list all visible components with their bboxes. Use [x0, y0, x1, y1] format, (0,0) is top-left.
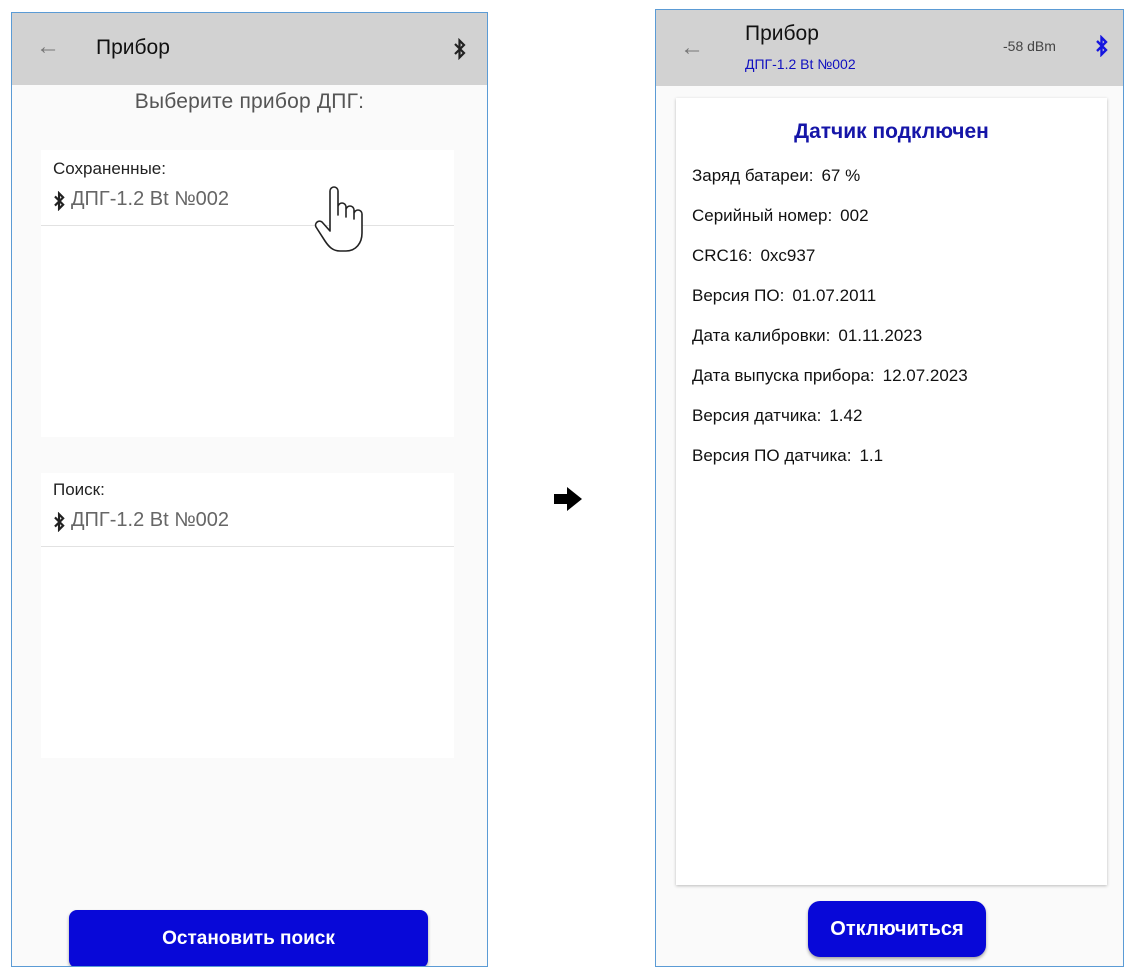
info-row: Серийный номер: 002 — [692, 206, 869, 226]
device-name: ДПГ-1.2 Bt №002 — [71, 188, 230, 210]
arrow-right-icon — [554, 487, 582, 511]
info-label: Версия ПО датчика: — [692, 446, 852, 465]
info-value: 1.42 — [829, 406, 863, 425]
connection-status: Датчик подключен — [794, 120, 989, 143]
saved-device-item[interactable]: ДПГ-1.2 Bt №002 — [41, 178, 454, 226]
search-results-card: Поиск: ДПГ-1.2 Bt №002 — [41, 473, 454, 758]
back-arrow-icon[interactable]: ← — [36, 35, 60, 59]
info-row: Дата выпуска прибора: 12.07.2023 — [692, 366, 968, 386]
info-label: Заряд батареи: — [692, 166, 814, 185]
info-label: Версия ПО: — [692, 286, 785, 305]
info-row: CRC16: 0xc937 — [692, 246, 815, 266]
info-label: Версия датчика: — [692, 406, 822, 425]
app-bar: ← Прибор ДПГ-1.2 Bt №002 -58 dBm — [656, 10, 1123, 86]
info-row: Дата калибровки: 01.11.2023 — [692, 326, 922, 346]
bluetooth-icon — [54, 512, 65, 532]
info-value: 67 % — [821, 166, 861, 185]
back-arrow-icon[interactable]: ← — [680, 36, 704, 60]
device-info-screen: ← Прибор ДПГ-1.2 Bt №002 -58 dBm Датчик … — [655, 9, 1124, 967]
app-title: Прибор — [96, 36, 170, 59]
search-section-label: Поиск: — [53, 480, 105, 499]
info-label: Дата калибровки: — [692, 326, 831, 345]
info-label: Серийный номер: — [692, 206, 833, 225]
bluetooth-icon[interactable] — [453, 38, 467, 60]
info-value: 0xc937 — [760, 246, 816, 265]
bluetooth-icon[interactable] — [1095, 35, 1109, 57]
found-device-item[interactable]: ДПГ-1.2 Bt №002 — [41, 499, 454, 547]
info-label: CRC16: — [692, 246, 753, 265]
app-title: Прибор — [745, 22, 819, 45]
app-bar: ← Прибор — [12, 13, 487, 85]
saved-section-label: Сохраненные: — [53, 159, 166, 178]
info-row: Версия ПО: 01.07.2011 — [692, 286, 876, 306]
info-label: Дата выпуска прибора: — [692, 366, 875, 385]
info-row: Версия ПО датчика: 1.1 — [692, 446, 883, 466]
info-value: 1.1 — [859, 446, 884, 465]
stop-search-button[interactable]: Остановить поиск — [69, 910, 428, 966]
device-name: ДПГ-1.2 Bt №002 — [71, 509, 230, 531]
connected-device-name: ДПГ-1.2 Bt №002 — [745, 56, 856, 72]
info-value: 12.07.2023 — [882, 366, 968, 385]
info-row: Версия датчика: 1.42 — [692, 406, 862, 426]
hand-pointer-icon — [314, 186, 363, 252]
info-value: 002 — [840, 206, 869, 225]
signal-strength: -58 dBm — [1003, 38, 1056, 54]
disconnect-button[interactable]: Отключиться — [808, 901, 986, 957]
sensor-info-card: Датчик подключен Заряд батареи: 67 % Серий… — [676, 98, 1107, 885]
device-select-screen: ← Прибор Выберите прибор ДПГ: Сохраненны… — [11, 12, 488, 967]
info-row: Заряд батареи: 67 % — [692, 166, 860, 186]
select-device-prompt: Выберите прибор ДПГ: — [134, 90, 365, 113]
saved-devices-card: Сохраненные: ДПГ-1.2 Bt №002 — [41, 150, 454, 437]
info-value: 01.07.2011 — [792, 286, 877, 305]
bluetooth-icon — [54, 191, 65, 211]
info-value: 01.11.2023 — [838, 326, 923, 345]
